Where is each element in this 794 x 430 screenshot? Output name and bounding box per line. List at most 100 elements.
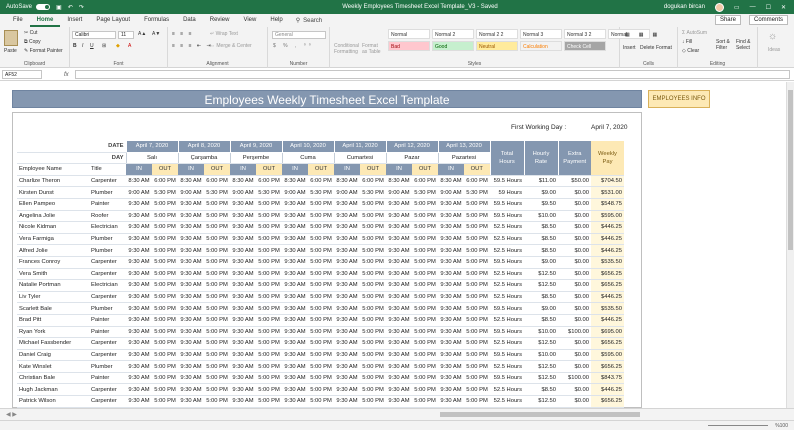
time-in-cell[interactable]: 9:30 AM — [438, 302, 464, 315]
extra-payment-cell[interactable]: $0.00 — [558, 221, 591, 234]
extra-payment-cell[interactable]: $0.00 — [558, 314, 591, 327]
employee-name-cell[interactable]: Vera Smith — [17, 268, 89, 281]
time-out-cell[interactable]: 5:00 PM — [360, 256, 386, 269]
time-out-cell[interactable]: 5:00 PM — [308, 291, 334, 304]
weekly-pay-cell[interactable]: $656.25 — [591, 337, 624, 350]
time-in-cell[interactable]: 9:30 AM — [282, 221, 308, 234]
title-cell[interactable]: Roofer — [89, 210, 126, 223]
first-working-day-value[interactable]: April 7, 2020 — [591, 124, 628, 131]
time-in-cell[interactable]: 9:30 AM — [178, 210, 204, 223]
time-out-cell[interactable]: 5:30 PM — [308, 186, 334, 199]
time-out-cell[interactable]: 5:00 PM — [360, 395, 386, 408]
time-out-cell[interactable]: 5:00 PM — [204, 233, 230, 246]
time-out-cell[interactable]: 5:00 PM — [464, 233, 490, 246]
time-in-cell[interactable]: 9:30 AM — [438, 337, 464, 350]
format-cells-button[interactable]: Format — [656, 45, 672, 51]
hourly-rate-cell[interactable]: $10.00 — [524, 210, 558, 223]
user-name[interactable]: dogukan bircan — [664, 4, 705, 10]
time-out-cell[interactable]: 5:00 PM — [152, 302, 178, 315]
time-in-cell[interactable]: 9:30 AM — [230, 268, 256, 281]
total-hours-cell[interactable]: 52.5 Hours — [490, 383, 524, 397]
undo-icon[interactable]: ↶ — [68, 4, 73, 11]
copy-button[interactable]: ⧉ Copy — [24, 39, 41, 45]
title-cell[interactable]: Carpenter — [89, 383, 126, 397]
time-out-cell[interactable]: 5:00 PM — [204, 395, 230, 408]
time-out-cell[interactable]: 5:00 PM — [308, 360, 334, 373]
time-out-cell[interactable]: 5:00 PM — [308, 244, 334, 257]
time-out-cell[interactable]: 5:00 PM — [464, 291, 490, 304]
time-in-cell[interactable]: 9:30 AM — [334, 326, 360, 339]
hourly-rate-cell[interactable]: $12.50 — [524, 395, 558, 408]
time-out-cell[interactable]: 5:00 PM — [308, 279, 334, 292]
time-in-cell[interactable]: 9:30 AM — [178, 256, 204, 269]
format-painter-button[interactable]: ✎ Format Painter — [24, 48, 63, 54]
weekly-pay-cell[interactable]: $656.25 — [591, 395, 624, 408]
time-out-cell[interactable]: 5:00 PM — [412, 302, 438, 315]
time-out-cell[interactable]: 5:00 PM — [152, 326, 178, 339]
time-in-cell[interactable]: 9:30 AM — [230, 372, 256, 385]
title-cell[interactable]: Carpenter — [89, 395, 126, 408]
hourly-rate-cell[interactable]: $9.00 — [524, 186, 558, 199]
employee-name-cell[interactable]: Ellen Pampeo — [17, 198, 89, 211]
title-cell[interactable]: Electrician — [89, 221, 126, 234]
time-in-cell[interactable]: 9:30 AM — [334, 244, 360, 257]
employee-name-cell[interactable]: Liv Tyler — [17, 291, 89, 304]
time-in-cell[interactable]: 9:30 AM — [178, 383, 204, 397]
autosave-toggle[interactable] — [36, 4, 51, 10]
extra-payment-cell[interactable]: $0.00 — [558, 302, 591, 315]
sheet-nav-arrows[interactable]: ◀ ▶ — [0, 411, 17, 418]
extra-payment-cell[interactable]: $0.00 — [558, 268, 591, 281]
tab-page-layout[interactable]: Page Layout — [89, 14, 137, 27]
time-out-cell[interactable]: 5:00 PM — [152, 221, 178, 234]
name-box[interactable]: AF52 — [2, 70, 42, 79]
format-as-table-button[interactable]: Format as Table — [362, 43, 384, 55]
hourly-rate-cell[interactable]: $12.50 — [524, 337, 558, 350]
time-in-cell[interactable]: 9:30 AM — [126, 256, 152, 269]
title-cell[interactable]: Painter — [89, 198, 126, 211]
time-out-cell[interactable]: 5:00 PM — [152, 395, 178, 408]
time-out-cell[interactable]: 5:00 PM — [464, 198, 490, 211]
employee-name-cell[interactable]: Kate Winslet — [17, 360, 89, 373]
employee-name-cell[interactable]: Natalie Portman — [17, 279, 89, 292]
cell-style[interactable]: Good — [432, 41, 474, 51]
time-out-cell[interactable]: 5:00 PM — [204, 302, 230, 315]
time-out-cell[interactable]: 5:00 PM — [308, 221, 334, 234]
total-hours-cell[interactable]: 59.5 Hours — [490, 210, 524, 223]
time-out-cell[interactable]: 5:00 PM — [360, 268, 386, 281]
employee-name-cell[interactable]: Ryan York — [17, 326, 89, 339]
time-out-cell[interactable]: 5:00 PM — [256, 337, 282, 350]
employees-info-button[interactable]: EMPLOYEES INFO — [648, 90, 710, 108]
time-in-cell[interactable]: 9:30 AM — [438, 395, 464, 408]
maximize-icon[interactable]: ☐ — [766, 4, 771, 11]
employee-name-cell[interactable]: Frances Conroy — [17, 256, 89, 269]
time-in-cell[interactable]: 9:30 AM — [386, 314, 412, 327]
total-hours-cell[interactable]: 52.5 Hours — [490, 244, 524, 257]
time-out-cell[interactable]: 5:00 PM — [412, 256, 438, 269]
time-out-cell[interactable]: 5:00 PM — [412, 360, 438, 373]
horizontal-align-icons[interactable]: ≡ ≡ ≡ ⇤ ⇥ — [172, 43, 213, 49]
hourly-rate-cell[interactable]: $8.50 — [524, 383, 558, 397]
time-in-cell[interactable]: 8:30 AM — [438, 175, 464, 188]
time-out-cell[interactable]: 5:00 PM — [152, 314, 178, 327]
employee-name-cell[interactable]: Christian Bale — [17, 372, 89, 385]
time-in-cell[interactable]: 9:30 AM — [282, 233, 308, 246]
time-out-cell[interactable]: 5:00 PM — [360, 302, 386, 315]
vertical-scrollbar[interactable] — [786, 82, 794, 408]
time-in-cell[interactable]: 9:30 AM — [334, 198, 360, 211]
time-out-cell[interactable]: 5:00 PM — [412, 244, 438, 257]
date-cell[interactable]: April 8, 2020 — [177, 140, 231, 153]
time-out-cell[interactable]: 5:00 PM — [464, 210, 490, 223]
time-out-cell[interactable]: 5:00 PM — [308, 383, 334, 397]
share-button[interactable]: Share — [714, 15, 741, 25]
time-in-cell[interactable]: 9:30 AM — [126, 360, 152, 373]
time-in-cell[interactable]: 8:30 AM — [178, 175, 204, 188]
time-in-cell[interactable]: 9:30 AM — [126, 349, 152, 362]
autosum-button[interactable]: Σ AutoSum — [682, 30, 707, 36]
time-in-cell[interactable]: 9:30 AM — [334, 302, 360, 315]
extra-payment-cell[interactable]: $0.00 — [558, 233, 591, 246]
find-select-button[interactable]: Find & Select — [736, 39, 756, 51]
time-out-cell[interactable]: 5:00 PM — [204, 221, 230, 234]
tab-formulas[interactable]: Formulas — [137, 14, 176, 27]
hourly-rate-cell[interactable]: $10.00 — [524, 349, 558, 362]
time-out-cell[interactable]: 5:00 PM — [152, 279, 178, 292]
